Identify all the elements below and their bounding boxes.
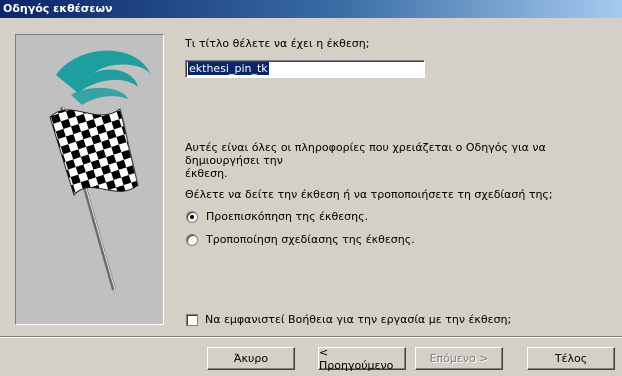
next-button: Επόμενο > [415,347,503,370]
finish-button[interactable]: Τέλος [527,347,615,370]
radio-modify-label: Τροποποίηση σχεδίασης της έκθεσης. [206,233,415,246]
info-line-2: έκθεση. [185,167,228,180]
radio-modify[interactable]: Τροποποίηση σχεδίασης της έκθεσης. [186,233,415,246]
help-checkbox-row[interactable]: Να εμφανιστεί Βοήθεια για την εργασία με… [186,313,511,326]
title-question-label: Τι τίτλο θέλετε να έχει η έκθεση; [185,37,370,50]
next-button-label: Επόμενο > [429,352,489,365]
button-separator [0,336,622,338]
help-checkbox-label: Να εμφανιστεί Βοήθεια για την εργασία με… [205,313,512,326]
checkered-flag-icon [49,50,151,291]
radio-preview-label: Προεπισκόπηση της έκθεσης. [206,210,369,223]
help-checkbox[interactable] [186,313,198,326]
info-text: Αυτές είναι όλες οι πληροφορίες που χρει… [185,141,605,201]
illustration-panel [15,34,164,325]
wizard-body: Τι τίτλο θέλετε να έχει η έκθεση; ekthes… [0,18,622,376]
report-title-input[interactable]: ekthesi_pin_tk [185,60,425,78]
back-button[interactable]: < Προηγούμενο [318,345,406,372]
radio-preview-button[interactable] [186,210,198,223]
info-line-1: Αυτές είναι όλες οι πληροφορίες που χρει… [185,141,546,167]
cancel-button-label: Άκυρο [233,352,269,365]
radio-preview[interactable]: Προεπισκόπηση της έκθεσης. [186,210,368,223]
cancel-button[interactable]: Άκυρο [207,347,295,370]
report-title-value: ekthesi_pin_tk [188,62,269,75]
back-button-label: < Προηγούμενο [319,345,394,372]
finish-button-label: Τέλος [554,352,588,365]
window-title: Οδηγός εκθέσεων [0,0,622,18]
info-line-3: Θέλετε να δείτε την έκθεση ή να τροποποι… [185,188,553,201]
radio-modify-button[interactable] [186,233,198,246]
